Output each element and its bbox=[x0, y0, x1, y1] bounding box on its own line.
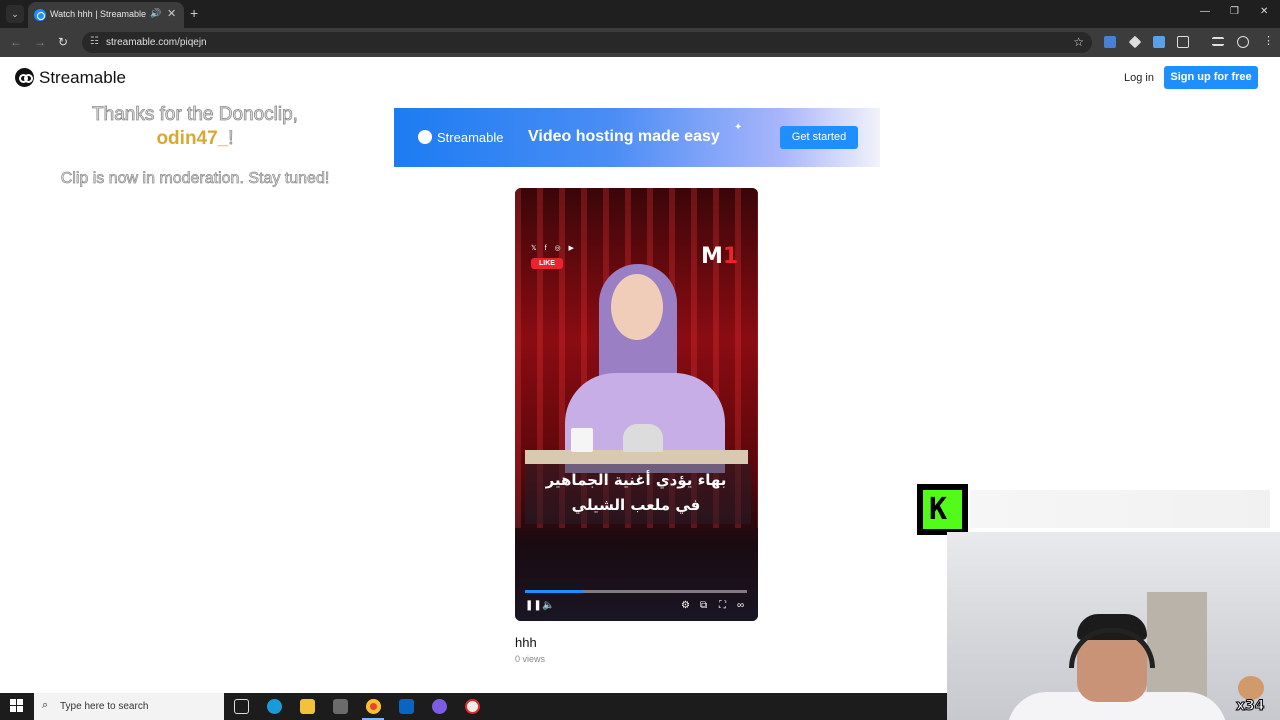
extensions-puzzle-icon[interactable] bbox=[1177, 36, 1189, 48]
video-caption: بهاء يؤدي أغنية الجماهير في ملعب الشيلي bbox=[525, 468, 747, 518]
streamable-player-icon[interactable]: ∞ bbox=[737, 600, 744, 611]
new-tab-button[interactable]: + bbox=[190, 5, 198, 21]
browser-toolbar: ← → ↻ ☷ streamable.com/piqejn ☆ ⋮ bbox=[0, 28, 1280, 57]
url-text[interactable]: streamable.com/piqejn bbox=[106, 37, 207, 48]
tab-title: Watch hhh | Streamable bbox=[50, 9, 147, 19]
progress-bar[interactable] bbox=[525, 590, 747, 593]
streamable-logo-text[interactable]: Streamable bbox=[39, 68, 126, 88]
emote-count: x34 bbox=[1236, 698, 1265, 715]
webcam-overlay bbox=[947, 532, 1280, 720]
site-header: Streamable Log in Sign up for free bbox=[0, 57, 1280, 99]
obs-icon[interactable] bbox=[465, 699, 480, 714]
streamable-favicon-icon bbox=[34, 9, 46, 21]
picture-in-picture-icon[interactable]: ⧉ bbox=[700, 600, 707, 611]
donor-name-line: odin47_! bbox=[40, 128, 350, 150]
kick-logo-tile: K bbox=[923, 490, 962, 529]
extension-diamond-icon[interactable] bbox=[1128, 35, 1142, 49]
forward-icon[interactable]: → bbox=[34, 35, 46, 49]
moderation-status-text: Clip is now in moderation. Stay tuned! bbox=[60, 170, 330, 188]
channel-logo: M1 bbox=[701, 244, 738, 269]
minimize-icon[interactable]: — bbox=[1200, 6, 1210, 17]
store-icon[interactable] bbox=[333, 699, 348, 714]
video-mug bbox=[571, 428, 593, 452]
emote-counter: x34 bbox=[1234, 676, 1270, 716]
signup-button[interactable]: Sign up for free bbox=[1164, 66, 1258, 89]
channel-logo-letter: M bbox=[701, 244, 723, 269]
chrome-icon[interactable] bbox=[366, 699, 381, 714]
fullscreen-icon[interactable]: ⛶ bbox=[719, 600, 726, 611]
promo-banner[interactable]: Streamable Video hosting made easy ✦ Get… bbox=[394, 108, 880, 167]
channel-logo-number: 1 bbox=[722, 244, 739, 269]
get-started-button[interactable]: Get started bbox=[780, 126, 858, 149]
donor-name: odin47_ bbox=[156, 128, 229, 149]
progress-fill bbox=[525, 590, 583, 593]
taskbar-search-box[interactable]: ⌕ Type here to search bbox=[34, 693, 224, 720]
kick-logo-icon: K bbox=[917, 484, 968, 535]
settings-icon[interactable]: ⚙ bbox=[681, 600, 690, 611]
sparkle-icon: ✦ bbox=[734, 122, 743, 133]
video-person-face bbox=[611, 274, 663, 340]
video-views: 0 views bbox=[515, 654, 546, 664]
task-view-icon[interactable] bbox=[234, 699, 249, 714]
reading-list-icon[interactable] bbox=[1212, 37, 1224, 46]
file-explorer-icon[interactable] bbox=[300, 699, 315, 714]
video-microphone bbox=[623, 424, 663, 452]
banner-brand: Streamable bbox=[437, 130, 504, 145]
kick-overlay-banner bbox=[970, 490, 1270, 528]
tab-audio-icon[interactable]: 🔊 bbox=[150, 8, 161, 19]
bookmark-star-icon[interactable]: ☆ bbox=[1073, 35, 1084, 49]
video-desk bbox=[525, 450, 748, 464]
donation-thanks-text: Thanks for the Donoclip, bbox=[92, 104, 299, 126]
back-icon[interactable]: ← bbox=[10, 35, 22, 49]
app-purple-icon[interactable] bbox=[432, 699, 447, 714]
banner-logo-icon bbox=[418, 130, 432, 144]
browser-tab[interactable]: Watch hhh | Streamable 🔊 ✕ bbox=[28, 2, 184, 28]
streamable-logo-icon[interactable] bbox=[15, 68, 34, 87]
caption-line-1: بهاء يؤدي أغنية الجماهير bbox=[545, 471, 727, 489]
restore-icon[interactable]: ❐ bbox=[1230, 6, 1239, 17]
donor-exclamation: ! bbox=[228, 128, 234, 150]
donation-alert: Thanks for the Donoclip, odin47_! Clip i… bbox=[40, 104, 350, 188]
site-info-icon[interactable]: ☷ bbox=[90, 36, 99, 47]
edge-icon[interactable] bbox=[267, 699, 282, 714]
webcam-shelf bbox=[1147, 592, 1207, 702]
outlook-icon[interactable] bbox=[399, 699, 414, 714]
address-bar[interactable]: ☷ streamable.com/piqejn ☆ bbox=[82, 32, 1092, 53]
like-label: LIKE bbox=[531, 258, 563, 269]
reload-icon[interactable]: ↻ bbox=[58, 35, 68, 49]
profile-icon[interactable] bbox=[1237, 36, 1249, 48]
windows-start-icon[interactable] bbox=[10, 699, 24, 713]
kick-logo-letter: K bbox=[929, 492, 948, 527]
browser-menu-icon[interactable]: ⋮ bbox=[1263, 34, 1274, 47]
tab-search-icon[interactable]: ⌄ bbox=[6, 5, 24, 23]
video-player[interactable]: 𝕏 f ◎ ▶ LIKE M1 بهاء يؤدي أغنية الجماهير… bbox=[515, 188, 758, 621]
search-icon: ⌕ bbox=[42, 699, 49, 711]
translate-extension-icon[interactable] bbox=[1104, 36, 1116, 48]
extension-image-icon[interactable] bbox=[1153, 36, 1165, 48]
video-title: hhh bbox=[515, 635, 537, 650]
login-link[interactable]: Log in bbox=[1124, 72, 1154, 84]
pause-icon[interactable]: ❚❚ bbox=[525, 600, 542, 611]
social-like-badge: 𝕏 f ◎ ▶ LIKE bbox=[531, 244, 589, 272]
emote-face-icon bbox=[1238, 676, 1264, 700]
taskbar-search-placeholder: Type here to search bbox=[60, 701, 149, 712]
windows-taskbar: ⌕ Type here to search bbox=[0, 693, 947, 720]
browser-tabstrip: ⌄ Watch hhh | Streamable 🔊 ✕ + — ❐ ✕ bbox=[0, 0, 1280, 28]
window-close-icon[interactable]: ✕ bbox=[1260, 6, 1268, 17]
social-icons: 𝕏 f ◎ ▶ bbox=[531, 245, 577, 252]
volume-icon[interactable]: 🔈 bbox=[542, 600, 554, 611]
banner-tagline: Video hosting made easy bbox=[528, 128, 720, 145]
tab-close-icon[interactable]: ✕ bbox=[167, 7, 176, 20]
caption-line-2: في ملعب الشيلي bbox=[571, 496, 701, 514]
